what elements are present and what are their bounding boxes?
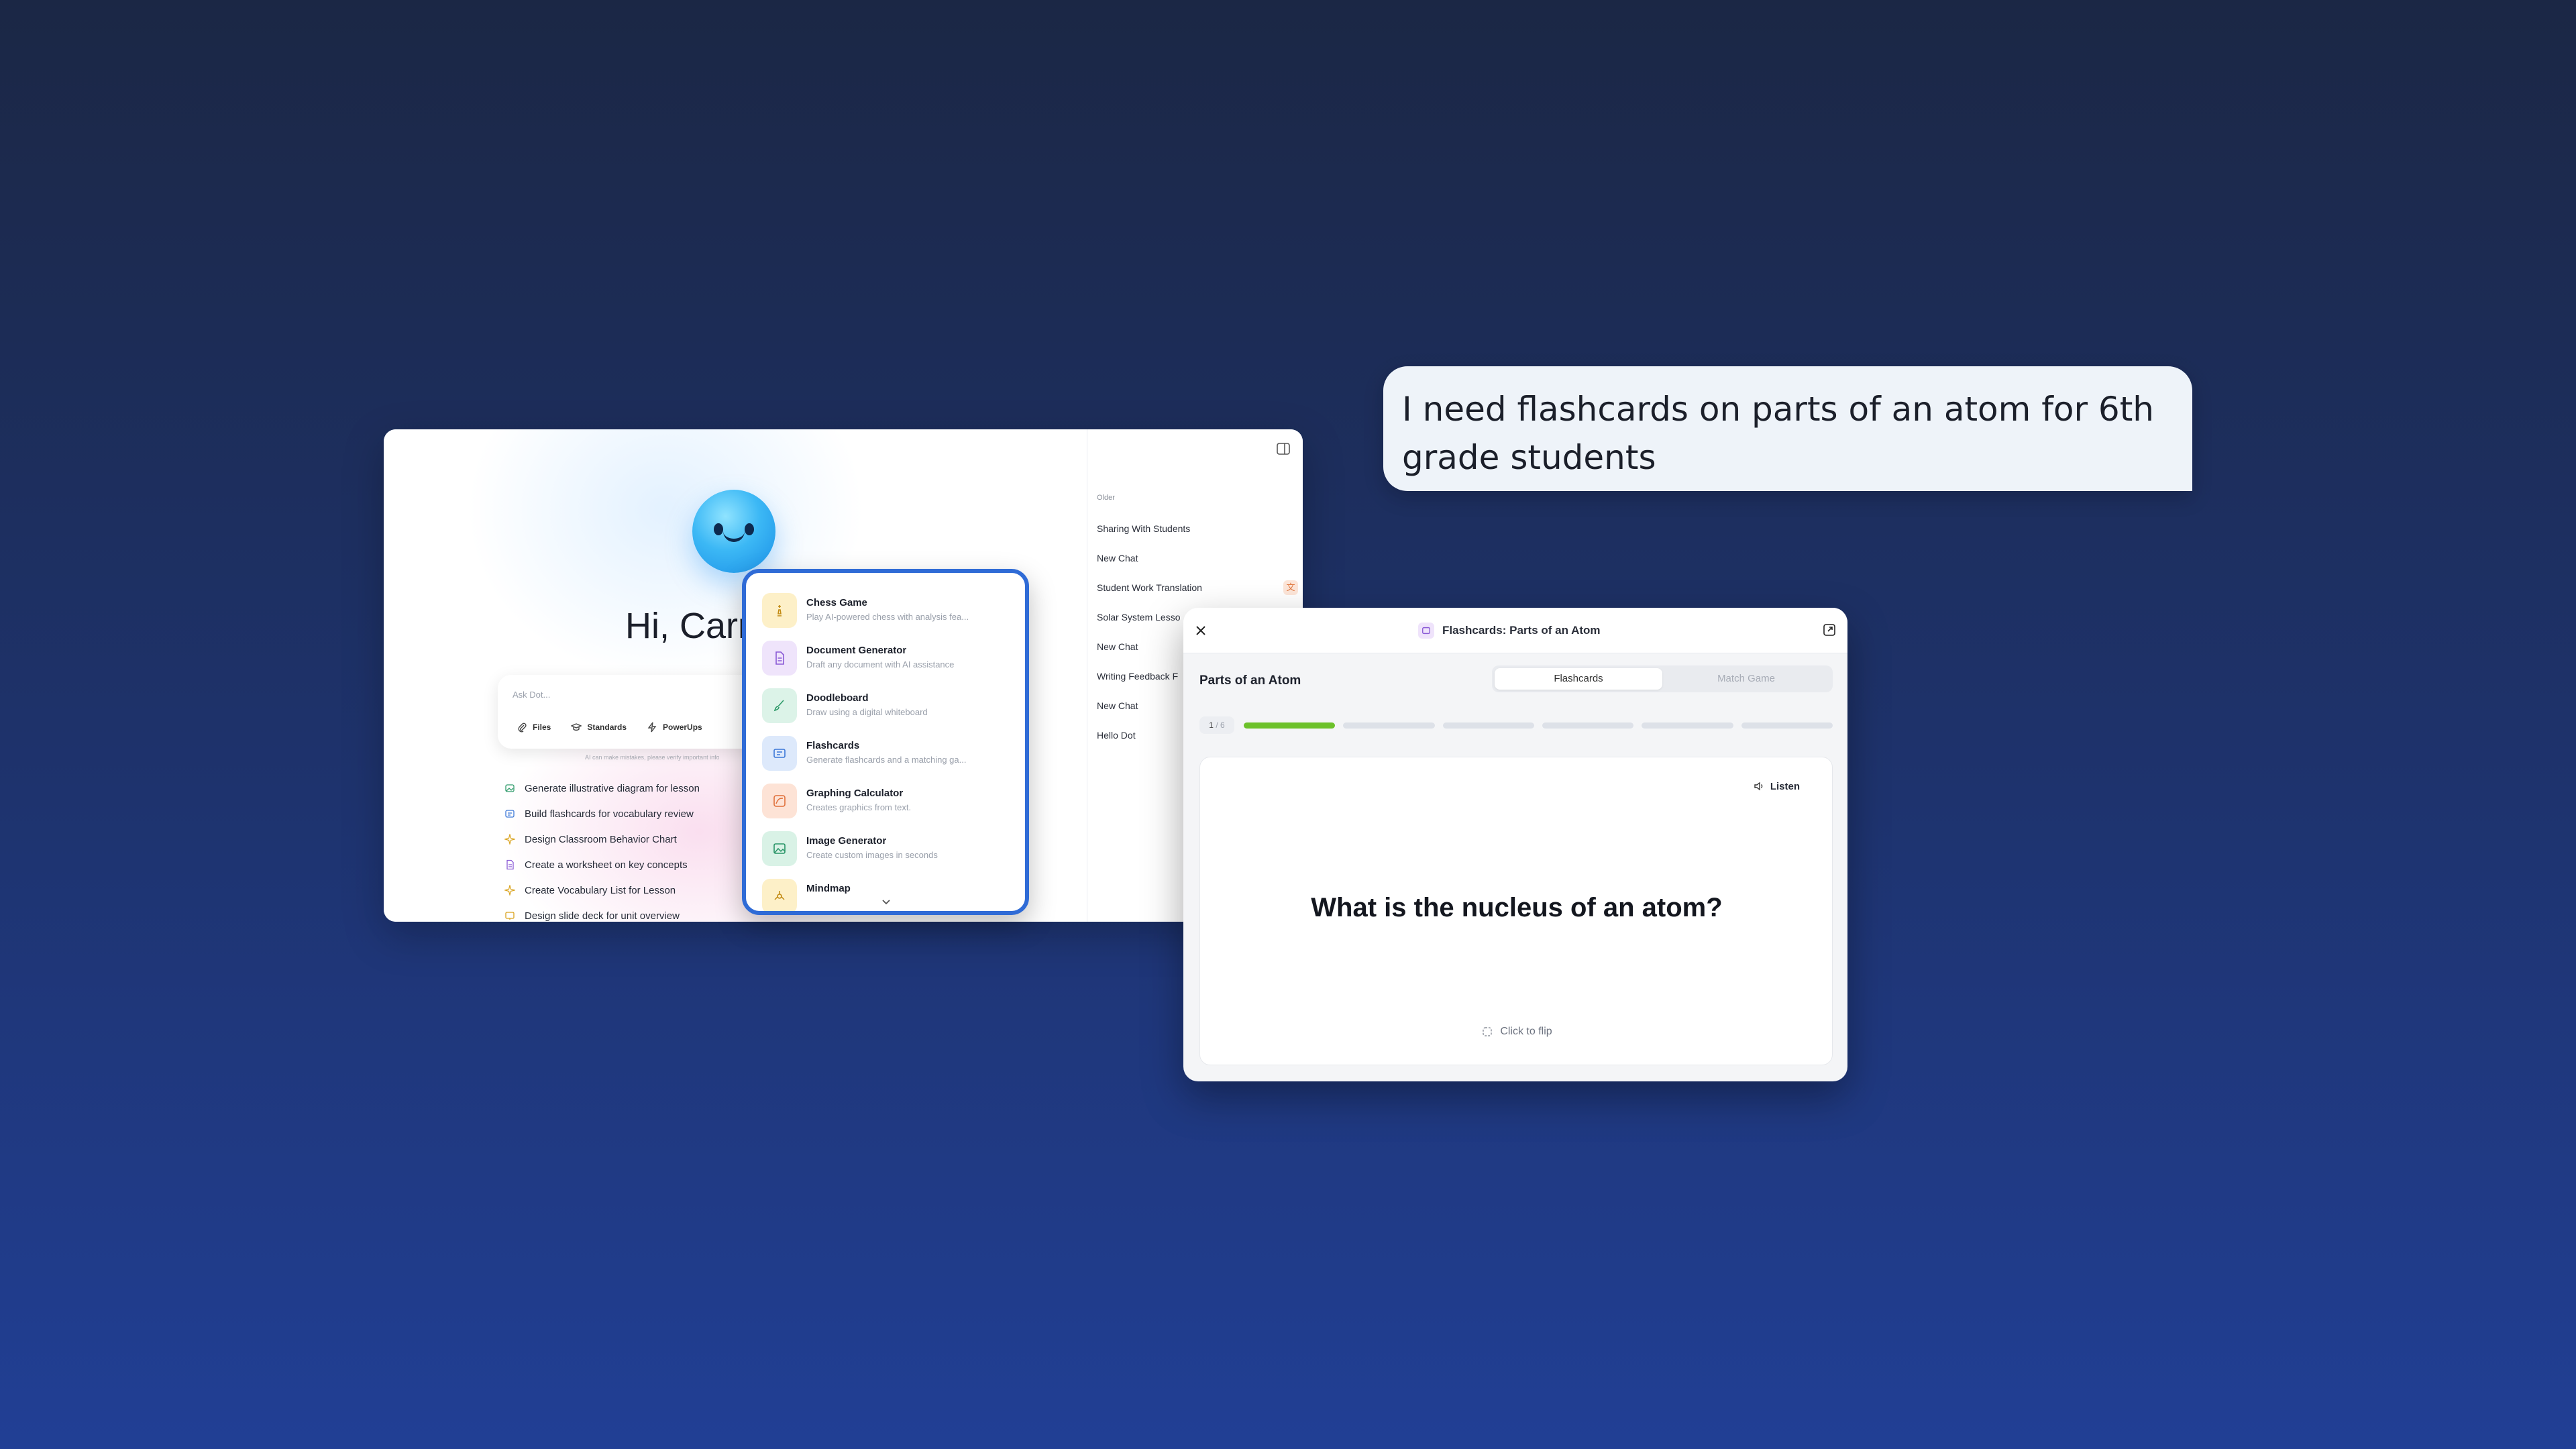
powerup-desc: Draft any document with AI assistance xyxy=(806,659,955,669)
powerup-desc: Create custom images in seconds xyxy=(806,850,938,860)
flip-hint[interactable]: Click to flip xyxy=(1200,1026,1833,1038)
deck-title: Parts of an Atom xyxy=(1199,674,1301,688)
dot-mascot-avatar xyxy=(692,490,775,573)
progress-segment xyxy=(1343,722,1435,729)
sparkle-icon xyxy=(504,885,515,896)
powerup-image-generator[interactable]: Image Generator Create custom images in … xyxy=(762,831,1017,879)
flip-icon xyxy=(1483,1027,1493,1036)
open-external-icon[interactable] xyxy=(1822,623,1837,637)
powerup-title: Image Generator xyxy=(806,835,887,847)
speaker-icon xyxy=(1754,782,1763,791)
slides-icon xyxy=(505,912,515,920)
listen-button[interactable]: Listen xyxy=(1753,780,1800,792)
card-counter: 1 / 6 xyxy=(1199,716,1234,734)
chess-icon xyxy=(777,605,782,616)
paperclip-icon xyxy=(518,722,527,733)
flashcard-question: What is the nucleus of an atom? xyxy=(1311,893,1723,922)
tab-flashcards[interactable]: Flashcards xyxy=(1495,668,1662,690)
ask-input-box[interactable]: Ask Dot... Files Standards PowerUps xyxy=(498,675,780,749)
flashcards-icon xyxy=(505,810,515,818)
flashcards-icon xyxy=(773,749,786,758)
history-item[interactable]: Student Work Translation 文 xyxy=(1097,573,1298,602)
progress-segment xyxy=(1642,722,1733,729)
image-icon xyxy=(773,843,786,854)
history-section-label: Older xyxy=(1097,494,1115,502)
progress-segments xyxy=(1244,722,1833,729)
image-icon xyxy=(505,784,515,792)
powerup-desc: Creates graphics from text. xyxy=(806,802,912,812)
powerup-desc: Generate flashcards and a matching ga... xyxy=(806,755,967,765)
history-item[interactable]: New Chat xyxy=(1097,543,1298,573)
powerup-doodleboard[interactable]: Doodleboard Draw using a digital whitebo… xyxy=(762,688,1017,736)
lightning-icon xyxy=(647,722,657,733)
powerup-desc: Draw using a digital whiteboard xyxy=(806,707,928,717)
tab-match-game[interactable]: Match Game xyxy=(1662,668,1830,690)
standards-button[interactable]: Standards xyxy=(571,722,627,733)
powerup-mindmap[interactable]: Mindmap xyxy=(762,879,1017,911)
standards-label: Standards xyxy=(587,722,627,732)
translate-icon: 文 xyxy=(1283,580,1298,595)
powerup-title: Flashcards xyxy=(806,740,860,751)
progress-segment xyxy=(1542,722,1634,729)
powerup-document-generator[interactable]: Document Generator Draft any document wi… xyxy=(762,641,1017,688)
graph-icon xyxy=(773,795,786,807)
flashcards-window-title: Flashcards: Parts of an Atom xyxy=(1442,624,1601,637)
mode-tabs: Flashcards Match Game xyxy=(1492,665,1833,692)
ask-input[interactable]: Ask Dot... xyxy=(513,690,550,700)
progress-segment xyxy=(1741,722,1833,729)
files-label: Files xyxy=(533,722,551,732)
mindmap-icon xyxy=(774,891,785,900)
card-progress: 1 / 6 xyxy=(1199,715,1833,735)
powerup-flashcards[interactable]: Flashcards Generate flashcards and a mat… xyxy=(762,736,1017,784)
powerup-title: Mindmap xyxy=(806,883,851,894)
powerup-title: Graphing Calculator xyxy=(806,788,904,799)
powerups-button[interactable]: PowerUps xyxy=(647,722,702,733)
flashcards-app-icon xyxy=(1418,623,1434,639)
history-item[interactable]: Sharing With Students xyxy=(1097,514,1298,543)
chevron-down-icon[interactable] xyxy=(880,898,892,907)
document-icon xyxy=(506,859,514,870)
document-icon xyxy=(775,651,784,665)
powerups-label: PowerUps xyxy=(663,722,702,732)
flashcard[interactable]: Listen What is the nucleus of an atom? C… xyxy=(1199,757,1833,1065)
user-message-bubble: I need flashcards on parts of an atom fo… xyxy=(1383,366,2192,491)
powerup-title: Chess Game xyxy=(806,597,867,608)
powerup-graphing-calculator[interactable]: Graphing Calculator Creates graphics fro… xyxy=(762,784,1017,831)
flashcards-header: Flashcards: Parts of an Atom xyxy=(1183,608,1847,653)
powerup-chess-game[interactable]: Chess Game Play AI-powered chess with an… xyxy=(762,593,1017,641)
sidebar-toggle-icon[interactable] xyxy=(1276,441,1291,456)
close-icon[interactable] xyxy=(1194,624,1208,637)
files-button[interactable]: Files xyxy=(517,722,551,733)
powerup-title: Doodleboard xyxy=(806,692,869,704)
powerup-desc: Play AI-powered chess with analysis fea.… xyxy=(806,612,969,622)
sparkle-icon xyxy=(504,834,515,845)
greeting-heading: Hi, Carr xyxy=(625,606,750,646)
powerups-menu: Chess Game Play AI-powered chess with an… xyxy=(742,569,1029,915)
flashcards-window: Flashcards: Parts of an Atom Parts of an… xyxy=(1183,608,1847,1081)
progress-segment xyxy=(1244,722,1336,729)
ai-disclaimer: AI can make mistakes, please verify impo… xyxy=(585,754,719,761)
graduation-cap-icon xyxy=(571,723,582,731)
progress-segment xyxy=(1442,722,1534,729)
brush-icon xyxy=(773,700,784,712)
powerup-title: Document Generator xyxy=(806,645,907,656)
